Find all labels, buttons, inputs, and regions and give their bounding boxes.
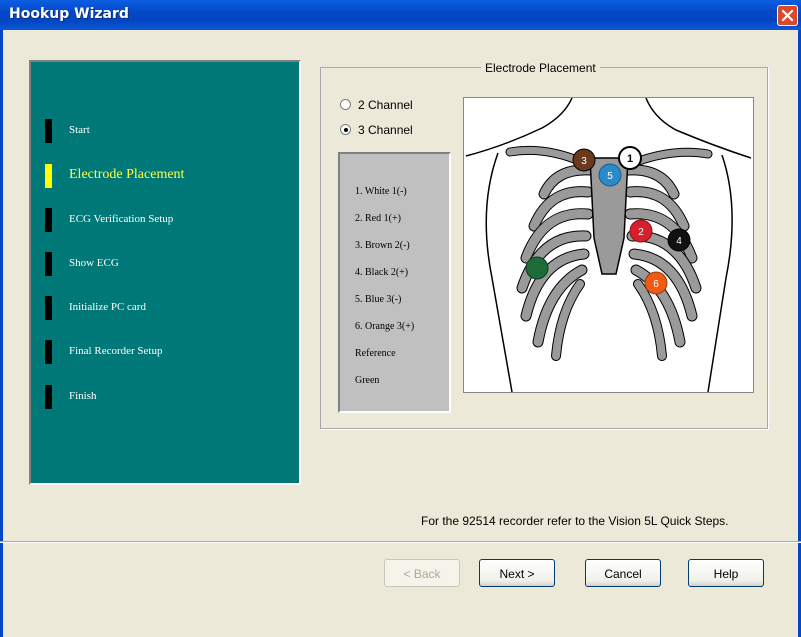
step-marker (45, 296, 52, 320)
step-label: Final Recorder Setup (69, 345, 163, 357)
step-label: ECG Verification Setup (69, 213, 174, 225)
step-label: Initialize PC card (69, 301, 146, 313)
legend-item: Green (355, 375, 380, 386)
step-marker-active (45, 164, 52, 188)
step-marker (45, 340, 52, 364)
help-button[interactable]: Help (688, 559, 764, 587)
step-label: Start (69, 124, 90, 136)
electrode-number: 2 (638, 227, 644, 238)
close-button[interactable] (777, 5, 798, 26)
electrode-red: 2 (629, 219, 653, 243)
electrode-black: 4 (667, 228, 691, 252)
step-marker (45, 252, 52, 276)
ribcage-illustration: 3 1 5 2 4 6 (465, 98, 752, 392)
electrode-number: 3 (581, 156, 587, 167)
step-marker (45, 208, 52, 232)
electrode-number: 5 (607, 171, 613, 182)
title-bar: Hookup Wizard (0, 0, 801, 30)
legend-item: 2. Red 1(+) (355, 213, 401, 224)
electrode-white: 1 (618, 146, 642, 170)
electrode-blue: 5 (598, 163, 622, 187)
window-title: Hookup Wizard (9, 6, 129, 22)
step-marker (45, 119, 52, 143)
legend-item: Reference (355, 348, 396, 359)
legend-item: 3. Brown 2(-) (355, 240, 410, 251)
chest-diagram: 3 1 5 2 4 6 (463, 97, 754, 393)
legend-item: 6. Orange 3(+) (355, 321, 415, 332)
group-title: Electrode Placement (481, 61, 600, 75)
step-label: Electrode Placement (69, 167, 185, 182)
electrode-orange: 6 (644, 271, 668, 295)
step-label: Finish (69, 390, 97, 402)
radio-circle[interactable] (340, 99, 351, 110)
electrode-brown: 3 (572, 148, 596, 172)
radio-label: 2 Channel (358, 98, 413, 112)
cancel-button[interactable]: Cancel (585, 559, 661, 587)
back-button[interactable]: < Back (384, 559, 460, 587)
close-icon (781, 9, 794, 22)
step-label: Show ECG (69, 257, 119, 269)
step-marker (45, 385, 52, 409)
legend-item: 1. White 1(-) (355, 186, 407, 197)
legend-item: 5. Blue 3(-) (355, 294, 402, 305)
radio-selected-dot (344, 128, 348, 132)
button-bar-separator-highlight (0, 542, 801, 543)
electrode-number: 1 (627, 153, 633, 165)
electrode-legend: 1. White 1(-) 2. Red 1(+) 3. Brown 2(-) … (338, 152, 451, 413)
electrode-number: 6 (653, 279, 659, 290)
electrode-number: 4 (676, 236, 682, 247)
next-button[interactable]: Next > (479, 559, 555, 587)
radio-circle[interactable] (340, 124, 351, 135)
wizard-steps-panel: Start Electrode Placement ECG Verificati… (29, 60, 301, 485)
electrode-green-reference (525, 256, 549, 280)
window-frame-left (0, 30, 3, 637)
recorder-info-text: For the 92514 recorder refer to the Visi… (421, 514, 729, 528)
radio-label: 3 Channel (358, 123, 413, 137)
legend-item: 4. Black 2(+) (355, 267, 409, 278)
